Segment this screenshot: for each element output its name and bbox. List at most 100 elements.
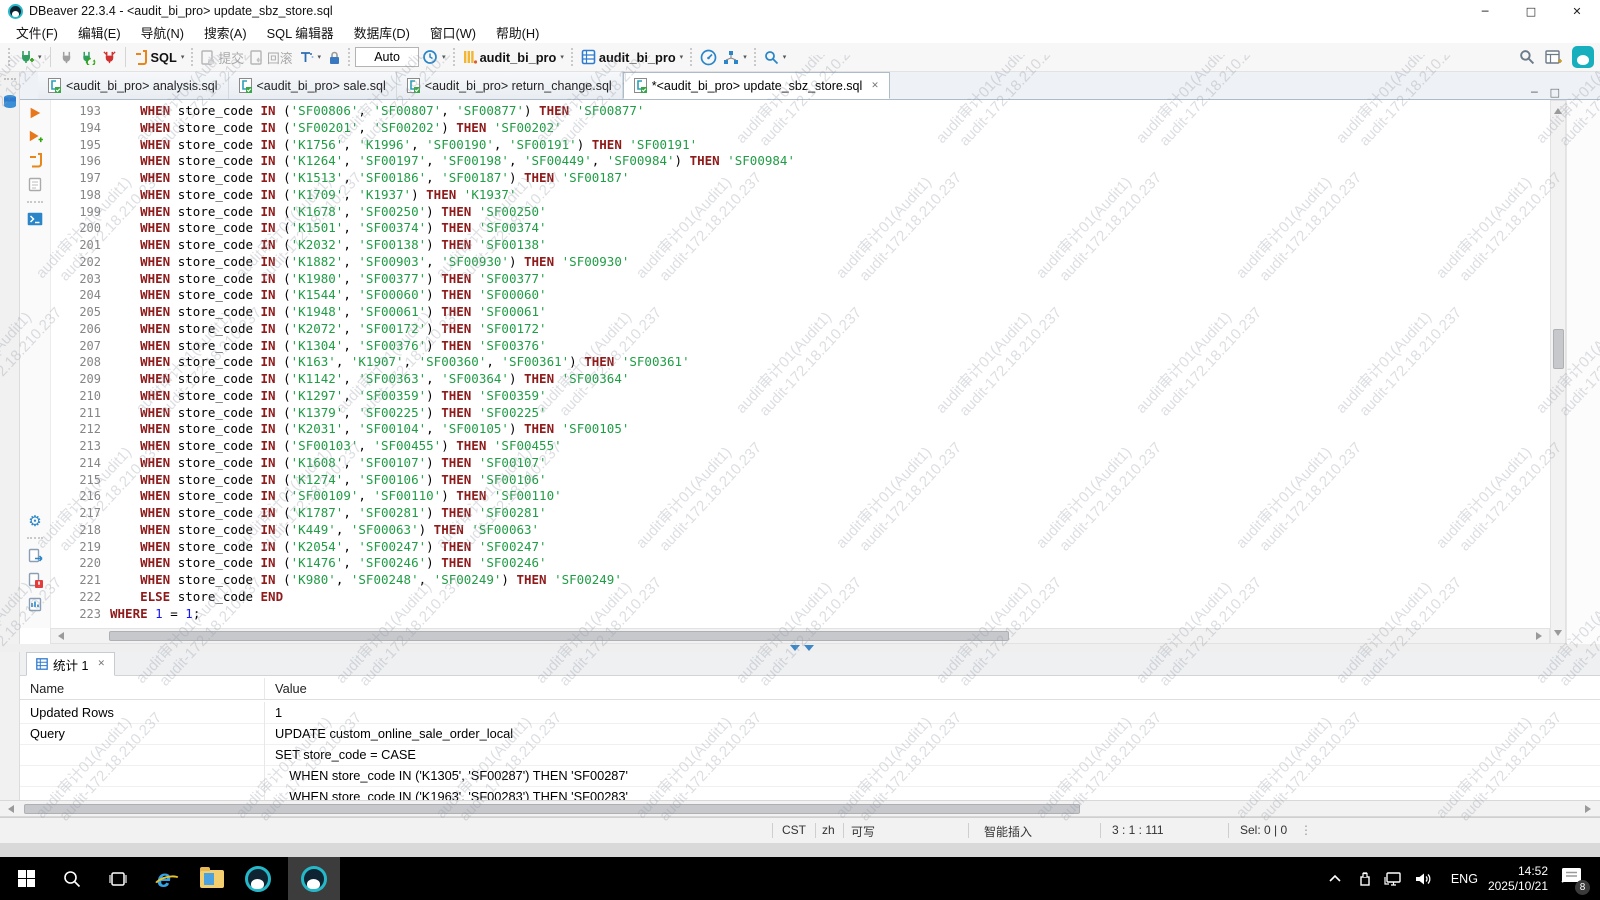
language-indicator[interactable]: ENG — [1451, 872, 1478, 886]
network-tray-icon[interactable] — [1384, 871, 1402, 886]
results-horizontal-scrollbar[interactable] — [0, 800, 1600, 817]
table-row[interactable]: Query UPDATE custom_online_sale_order_lo… — [20, 723, 1600, 745]
tab-sale-sql[interactable]: <audit_bi_pro> sale.sql — [229, 72, 397, 99]
scroll-down-arrow[interactable] — [1554, 630, 1562, 640]
taskbar-clock[interactable]: 14:52 2025/10/21 — [1488, 864, 1548, 894]
tab-analysis-sql[interactable]: <audit_bi_pro> analysis.sql — [38, 72, 229, 99]
new-connection-button[interactable]: ▾ — [15, 47, 45, 67]
usb-tray-icon[interactable] — [1357, 871, 1372, 887]
execute-script-button[interactable] — [28, 152, 43, 168]
sql-file-icon — [239, 78, 252, 93]
lock-button[interactable] — [324, 48, 344, 67]
line-number: 213 — [51, 438, 109, 455]
editor-vertical-scrollbar[interactable] — [1550, 100, 1566, 644]
results-tab-row: 统计 1 ✕ — [20, 652, 1600, 676]
open-perspective-icon[interactable] — [1545, 50, 1562, 65]
taskbar-search-button[interactable] — [52, 857, 92, 900]
menu-sql-editor[interactable]: SQL 编辑器 — [257, 22, 344, 43]
task-view-button[interactable] — [98, 857, 138, 900]
rollback-button[interactable]: 回滚 — [247, 46, 296, 69]
scroll-right-arrow[interactable] — [1536, 632, 1546, 640]
row-name: Updated Rows — [20, 702, 265, 723]
reconnect-button[interactable] — [77, 48, 99, 67]
sql-file-icon — [634, 78, 647, 93]
dbeaver-perspective-icon[interactable] — [1572, 46, 1594, 68]
menu-edit[interactable]: 编辑(E) — [68, 22, 131, 43]
line-number: 195 — [51, 137, 109, 154]
sql-console-button[interactable] — [27, 212, 43, 226]
sql-editor-button[interactable]: SQL ▾ — [131, 47, 188, 67]
disconnect-button[interactable] — [99, 48, 120, 67]
close-button[interactable]: ✕ — [1554, 0, 1600, 22]
maximize-button[interactable]: □ — [1508, 0, 1554, 22]
close-icon[interactable]: ✕ — [97, 659, 105, 669]
dbeaver-window-button[interactable] — [238, 857, 278, 900]
tab-update-sbz-store-sql[interactable]: *<audit_bi_pro> update_sbz_store.sql ✕ — [623, 72, 890, 99]
tab-return-change-sql[interactable]: <audit_bi_pro> return_change.sql — [397, 72, 623, 99]
transaction-log-button[interactable]: ▾ — [419, 47, 449, 67]
gear-icon[interactable]: ⚙ — [28, 514, 41, 528]
sql-editor[interactable]: 1931941951961971981992002012022032042052… — [50, 100, 1550, 628]
row-name — [20, 744, 265, 765]
close-icon[interactable]: ✕ — [871, 81, 879, 91]
transaction-mode-button[interactable]: ▾ — [296, 48, 325, 67]
column-header-value[interactable]: Value — [265, 678, 307, 699]
output-log-button[interactable] — [28, 597, 43, 612]
scrollbar-thumb[interactable] — [1553, 329, 1564, 369]
table-row[interactable]: SET store_code = CASE — [20, 744, 1600, 766]
chevron-down-icon: ▾ — [181, 53, 185, 61]
scrollbar-thumb[interactable] — [109, 631, 1009, 641]
menu-window[interactable]: 窗口(W) — [420, 22, 486, 43]
menu-database[interactable]: 数据库(D) — [344, 22, 420, 43]
code-area[interactable]: WHEN store_code IN ('SF00806', 'SF00807'… — [110, 100, 1550, 622]
commit-button[interactable]: 提交 — [198, 46, 247, 69]
minimize-view-button[interactable]: ─ — [1531, 86, 1538, 99]
row-value: 1 — [265, 702, 282, 723]
commit-mode-select[interactable]: Auto — [355, 47, 419, 67]
chevron-down-icon: ▾ — [743, 53, 747, 61]
start-button[interactable] — [6, 857, 46, 900]
export-result-button[interactable] — [28, 548, 43, 563]
table-row[interactable]: Updated Rows 1 — [20, 702, 1600, 724]
connect-button[interactable] — [56, 48, 77, 67]
dashboard-button[interactable] — [697, 47, 720, 68]
connection-selector[interactable]: audit_bi_pro ▾ — [460, 47, 567, 67]
schema-selector[interactable]: audit_bi_pro ▾ — [578, 47, 686, 67]
scroll-up-arrow[interactable] — [1554, 104, 1562, 114]
overflow-icon[interactable]: ⋮ — [1300, 823, 1312, 837]
scroll-left-arrow[interactable] — [54, 632, 64, 640]
execute-new-tab-button[interactable] — [28, 129, 43, 143]
database-navigator-icon[interactable] — [2, 94, 18, 110]
file-explorer-button[interactable] — [192, 857, 232, 900]
volume-tray-icon[interactable] — [1414, 871, 1433, 887]
table-row[interactable]: WHEN store_code IN ('K1305', 'SF00287') … — [20, 765, 1600, 787]
error-log-button[interactable] — [28, 572, 43, 588]
divider — [1100, 823, 1101, 838]
internet-explorer-button[interactable]: e — [144, 857, 184, 900]
notification-center-button[interactable]: 8 — [1560, 866, 1586, 892]
tab-statistics[interactable]: 统计 1 ✕ — [26, 652, 115, 676]
dbeaver-active-window-button[interactable] — [288, 857, 340, 900]
search-button[interactable]: ▾ — [761, 48, 790, 67]
quick-search-icon[interactable] — [1519, 49, 1535, 65]
menu-file[interactable]: 文件(F) — [6, 22, 68, 43]
script-gray-button[interactable] — [28, 177, 42, 192]
tray-expand-chevron-icon[interactable] — [1327, 872, 1343, 886]
minimize-button[interactable]: ─ — [1462, 0, 1508, 22]
column-header-name[interactable]: Name — [20, 678, 265, 699]
code-line: WHEN store_code IN ('K2031', 'SF00104', … — [110, 421, 1550, 438]
editor-horizontal-scrollbar[interactable] — [50, 628, 1550, 644]
menu-search[interactable]: 搜索(A) — [194, 22, 257, 43]
menu-bar: 文件(F) 编辑(E) 导航(N) 搜索(A) SQL 编辑器 数据库(D) 窗… — [0, 22, 1600, 43]
scroll-right-arrow[interactable] — [1585, 805, 1595, 813]
maximize-view-button[interactable]: □ — [1550, 86, 1560, 99]
scrollbar-thumb[interactable] — [24, 804, 1080, 814]
execute-statement-button[interactable] — [28, 106, 42, 120]
network-button[interactable]: ▾ — [720, 48, 750, 67]
panel-splitter[interactable] — [0, 644, 1600, 652]
line-number: 203 — [51, 271, 109, 288]
scroll-left-arrow[interactable] — [4, 805, 14, 813]
line-number: 206 — [51, 321, 109, 338]
menu-help[interactable]: 帮助(H) — [486, 22, 549, 43]
menu-navigate[interactable]: 导航(N) — [131, 22, 194, 43]
